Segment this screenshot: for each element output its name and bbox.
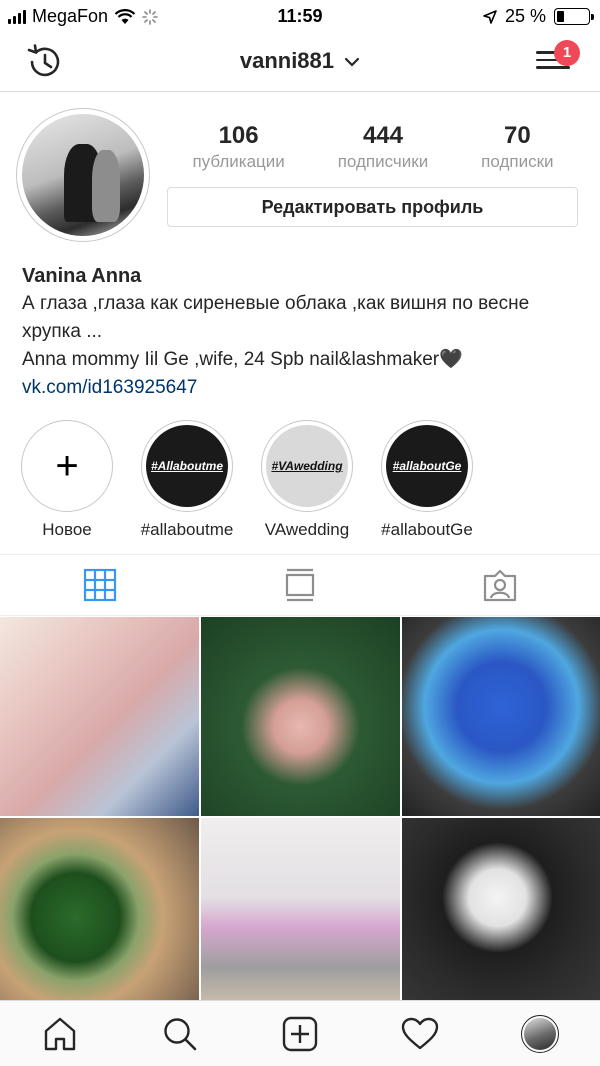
profile-stats: 106 публикации 444 подписчики 70 подписк… <box>166 122 580 172</box>
posts-grid <box>0 617 600 1017</box>
tab-feed[interactable] <box>200 555 400 615</box>
profile-avatar-small <box>521 1014 559 1053</box>
username: vanni881 <box>239 48 335 73</box>
bottom-navigation <box>0 1000 600 1066</box>
nav-activity[interactable] <box>360 1001 480 1066</box>
username-switcher[interactable]: vanni881 <box>0 48 600 74</box>
home-icon <box>44 1017 76 1050</box>
highlight-caption: VAwedding <box>264 520 350 539</box>
grid-icon <box>83 568 117 602</box>
highlight-cover: #VAwedding <box>266 425 348 507</box>
bio-text-line: Anna mommy Iil Ge ,wife, 24 Spb nail&las… <box>22 349 463 370</box>
status-bar: MegaFon 11:59 25 % <box>0 0 600 34</box>
nav-add[interactable] <box>240 1001 360 1066</box>
nav-profile[interactable] <box>480 1001 600 1066</box>
bio-link[interactable]: vk.com/id163925647 <box>22 374 582 402</box>
highlight-ring: #Allaboutme <box>141 420 233 512</box>
highlight-allaboutge[interactable]: #allaboutGe #allaboutGe <box>374 420 480 540</box>
stat-value: 70 <box>503 122 531 149</box>
stat-value: 106 <box>218 122 259 149</box>
highlight-vawedding[interactable]: #VAwedding VAwedding <box>254 420 360 540</box>
status-right: 25 % <box>483 6 594 27</box>
tab-tagged[interactable] <box>400 555 600 615</box>
battery-icon <box>554 8 594 25</box>
heart-icon <box>401 1017 439 1049</box>
stat-following[interactable]: 70 подписки <box>481 122 553 172</box>
highlight-caption: #allaboutme <box>140 520 234 539</box>
edit-profile-button[interactable]: Редактировать профиль <box>167 187 578 227</box>
post-thumbnail[interactable] <box>201 818 400 1017</box>
profile-name: Vanina Anna <box>22 265 142 287</box>
post-thumbnail[interactable] <box>201 617 400 816</box>
profile-view-tabs <box>0 554 600 616</box>
tagged-icon <box>483 569 517 602</box>
add-post-icon <box>282 1016 318 1051</box>
highlight-cover: #allaboutGe <box>386 425 468 507</box>
chevron-down-icon <box>345 58 360 67</box>
battery-percent: 25 % <box>504 6 546 26</box>
story-highlights: + Новое #Allaboutme #allaboutme #VAweddi… <box>14 420 480 540</box>
stat-label: подписки <box>481 152 554 171</box>
battery-fill <box>557 11 565 22</box>
highlight-new[interactable]: + Новое <box>14 420 120 540</box>
plus-icon: + <box>26 425 108 507</box>
highlight-cover: #Allaboutme <box>146 425 228 507</box>
profile-header: vanni881 1 <box>0 34 600 92</box>
highlight-allaboutme[interactable]: #Allaboutme #allaboutme <box>134 420 240 540</box>
nav-search[interactable] <box>120 1001 240 1066</box>
avatar-image <box>22 114 144 236</box>
highlight-caption: #allaboutGe <box>381 520 473 539</box>
stat-value: 444 <box>362 122 403 149</box>
search-icon <box>164 1017 197 1050</box>
highlight-caption: Новое <box>42 520 92 539</box>
highlight-ring: + <box>21 420 113 512</box>
stat-label: публикации <box>192 152 285 171</box>
post-thumbnail[interactable] <box>0 818 199 1017</box>
notification-badge: 1 <box>554 40 580 66</box>
nav-home[interactable] <box>0 1001 120 1066</box>
location-arrow-icon <box>483 9 497 24</box>
feed-icon <box>285 568 315 602</box>
highlight-ring: #VAwedding <box>261 420 353 512</box>
stat-label: подписчики <box>337 152 429 171</box>
profile-avatar[interactable] <box>16 108 150 242</box>
post-thumbnail[interactable] <box>402 617 600 816</box>
stat-posts[interactable]: 106 публикации <box>192 122 284 172</box>
highlight-ring: #allaboutGe <box>381 420 473 512</box>
post-thumbnail[interactable] <box>402 818 600 1017</box>
stat-followers[interactable]: 444 подписчики <box>338 122 429 172</box>
bio-text-line: А глаза ,глаза как сиреневые облака ,как… <box>22 293 530 342</box>
post-thumbnail[interactable] <box>0 617 199 816</box>
tab-grid[interactable] <box>0 555 200 615</box>
profile-bio: Vanina Anna А глаза ,глаза как сиреневые… <box>22 262 582 402</box>
